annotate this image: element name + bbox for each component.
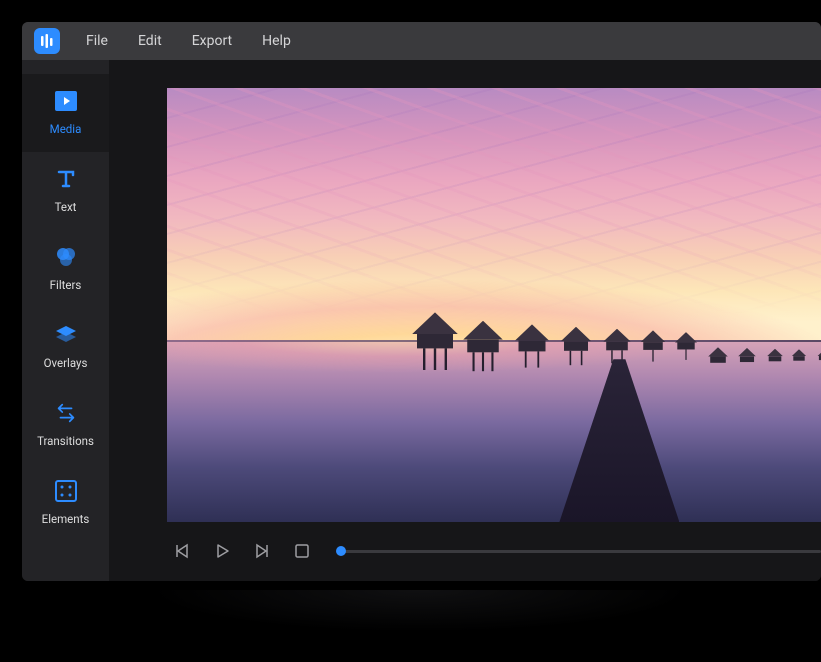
sidebar: Media Text Filters Overlays	[22, 60, 109, 581]
sidebar-label: Elements	[42, 512, 90, 526]
sidebar-label: Transitions	[37, 434, 94, 448]
main-area: Media Text Filters Overlays	[22, 60, 821, 581]
prev-frame-button[interactable]	[171, 540, 193, 562]
player-controls	[167, 522, 821, 562]
menu-edit[interactable]: Edit	[126, 29, 174, 53]
sidebar-item-transitions[interactable]: Transitions	[22, 386, 109, 464]
sidebar-item-filters[interactable]: Filters	[22, 230, 109, 308]
stop-button[interactable]	[291, 540, 313, 562]
text-icon	[53, 166, 79, 192]
menu-file[interactable]: File	[74, 29, 120, 53]
menu-bar: File Edit Export Help	[22, 22, 821, 60]
menu-help[interactable]: Help	[250, 29, 303, 53]
sidebar-label: Text	[55, 200, 77, 214]
sidebar-label: Media	[50, 122, 82, 136]
sidebar-item-elements[interactable]: Elements	[22, 464, 109, 542]
sidebar-item-media[interactable]: Media	[22, 74, 109, 152]
window-shadow	[35, 590, 805, 650]
elements-icon	[53, 478, 79, 504]
sidebar-label: Filters	[50, 278, 82, 292]
app-window: File Edit Export Help Media Text	[22, 22, 821, 581]
sidebar-item-overlays[interactable]: Overlays	[22, 308, 109, 386]
content-area	[109, 60, 821, 581]
play-button[interactable]	[211, 540, 233, 562]
video-preview[interactable]	[167, 88, 821, 522]
playhead[interactable]	[336, 546, 346, 556]
sidebar-label: Overlays	[44, 356, 88, 370]
overlays-icon	[53, 322, 79, 348]
preview-clouds	[167, 88, 821, 314]
filters-icon	[53, 244, 79, 270]
transitions-icon	[53, 400, 79, 426]
sidebar-item-text[interactable]: Text	[22, 152, 109, 230]
timeline-scrubber[interactable]	[337, 550, 821, 553]
next-frame-button[interactable]	[251, 540, 273, 562]
app-logo-icon[interactable]	[34, 28, 60, 54]
media-icon	[53, 88, 79, 114]
menu-export[interactable]: Export	[180, 29, 244, 53]
